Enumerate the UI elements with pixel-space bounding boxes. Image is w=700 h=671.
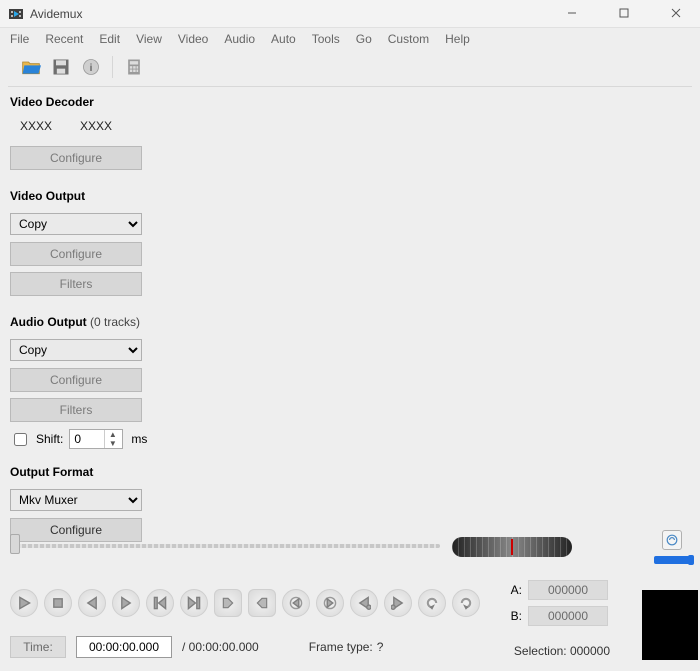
output-format-select[interactable]: Mkv Muxer	[10, 489, 142, 511]
time-input[interactable]	[76, 636, 172, 658]
video-output-section: Video Output Copy Configure Filters	[10, 189, 190, 299]
prev-black-button[interactable]	[350, 589, 378, 617]
menu-edit[interactable]: Edit	[99, 32, 120, 46]
audio-output-title: Audio Output (0 tracks)	[10, 315, 190, 329]
goto-end-button[interactable]	[452, 589, 480, 617]
toolbar: i	[8, 50, 692, 87]
window-minimize[interactable]	[556, 7, 588, 21]
stop-button[interactable]	[44, 589, 72, 617]
video-decoder-title: Video Decoder	[10, 95, 190, 109]
prev-cut-button[interactable]	[282, 589, 310, 617]
svg-text:i: i	[90, 63, 93, 74]
audio-tracks-count: (0 tracks)	[90, 315, 140, 329]
menu-custom[interactable]: Custom	[388, 32, 429, 46]
menu-help[interactable]: Help	[445, 32, 470, 46]
menu-view[interactable]: View	[136, 32, 162, 46]
timeline-slider[interactable]	[10, 534, 440, 560]
decoder-field-1: XXXX	[20, 119, 52, 133]
calculator-icon[interactable]	[121, 54, 147, 80]
app-icon	[8, 6, 24, 22]
decoder-field-2: XXXX	[80, 119, 112, 133]
preview-pane	[642, 590, 698, 660]
play-button[interactable]	[10, 589, 38, 617]
app-title: Avidemux	[30, 7, 82, 21]
prev-keyframe-button[interactable]	[146, 589, 174, 617]
time-button[interactable]: Time:	[10, 636, 66, 658]
timeline-thumb[interactable]	[10, 534, 20, 554]
window-close[interactable]	[660, 7, 692, 21]
info-icon[interactable]: i	[78, 54, 104, 80]
audio-shift-unit: ms	[129, 432, 147, 446]
menubar: File Recent Edit View Video Audio Auto T…	[0, 28, 700, 50]
audio-output-section: Audio Output (0 tracks) Copy Configure F…	[10, 315, 190, 449]
save-icon[interactable]	[48, 54, 74, 80]
audio-output-filters-button[interactable]: Filters	[10, 398, 142, 422]
audio-meter-button[interactable]	[662, 530, 682, 550]
menu-file[interactable]: File	[10, 32, 29, 46]
time-total: / 00:00:00.000	[182, 640, 259, 654]
audio-output-select[interactable]: Copy	[10, 339, 142, 361]
titlebar: Avidemux	[0, 0, 700, 28]
marker-b-label: B:	[510, 609, 528, 623]
audio-shift-checkbox[interactable]	[14, 433, 27, 446]
spinner-up-icon[interactable]: ▲	[105, 430, 120, 439]
volume-slider[interactable]	[654, 556, 690, 564]
frame-type: Frame type:?	[309, 640, 384, 654]
video-output-configure-button[interactable]: Configure	[10, 242, 142, 266]
menu-auto[interactable]: Auto	[271, 32, 296, 46]
jog-center-mark	[511, 539, 513, 555]
marker-b-value: 000000	[528, 606, 608, 626]
goto-start-button[interactable]	[418, 589, 446, 617]
jog-dial[interactable]	[452, 537, 572, 557]
video-output-select[interactable]: Copy	[10, 213, 142, 235]
selection-label: Selection: 000000	[514, 644, 610, 658]
video-output-title: Video Output	[10, 189, 190, 203]
decoder-configure-button[interactable]: Configure	[10, 146, 142, 170]
prev-frame-button[interactable]	[78, 589, 106, 617]
set-marker-a-button[interactable]	[214, 589, 242, 617]
menu-audio[interactable]: Audio	[224, 32, 255, 46]
marker-a-label: A:	[510, 583, 528, 597]
video-decoder-section: Video Decoder XXXX XXXX Configure	[10, 95, 190, 173]
marker-a-value: 000000	[528, 580, 608, 600]
set-marker-b-button[interactable]	[248, 589, 276, 617]
audio-shift-spinner[interactable]: ▲▼	[69, 429, 123, 449]
next-black-button[interactable]	[384, 589, 412, 617]
next-frame-button[interactable]	[112, 589, 140, 617]
audio-shift-label: Shift:	[36, 432, 63, 446]
output-format-title: Output Format	[10, 465, 190, 479]
audio-shift-input[interactable]	[70, 431, 104, 447]
window-maximize[interactable]	[608, 7, 640, 21]
toolbar-separator	[112, 56, 113, 78]
menu-tools[interactable]: Tools	[312, 32, 340, 46]
menu-video[interactable]: Video	[178, 32, 208, 46]
open-icon[interactable]	[18, 54, 44, 80]
audio-output-configure-button[interactable]: Configure	[10, 368, 142, 392]
menu-go[interactable]: Go	[356, 32, 372, 46]
video-output-filters-button[interactable]: Filters	[10, 272, 142, 296]
menu-recent[interactable]: Recent	[45, 32, 83, 46]
spinner-down-icon[interactable]: ▼	[105, 439, 120, 448]
next-keyframe-button[interactable]	[180, 589, 208, 617]
next-cut-button[interactable]	[316, 589, 344, 617]
